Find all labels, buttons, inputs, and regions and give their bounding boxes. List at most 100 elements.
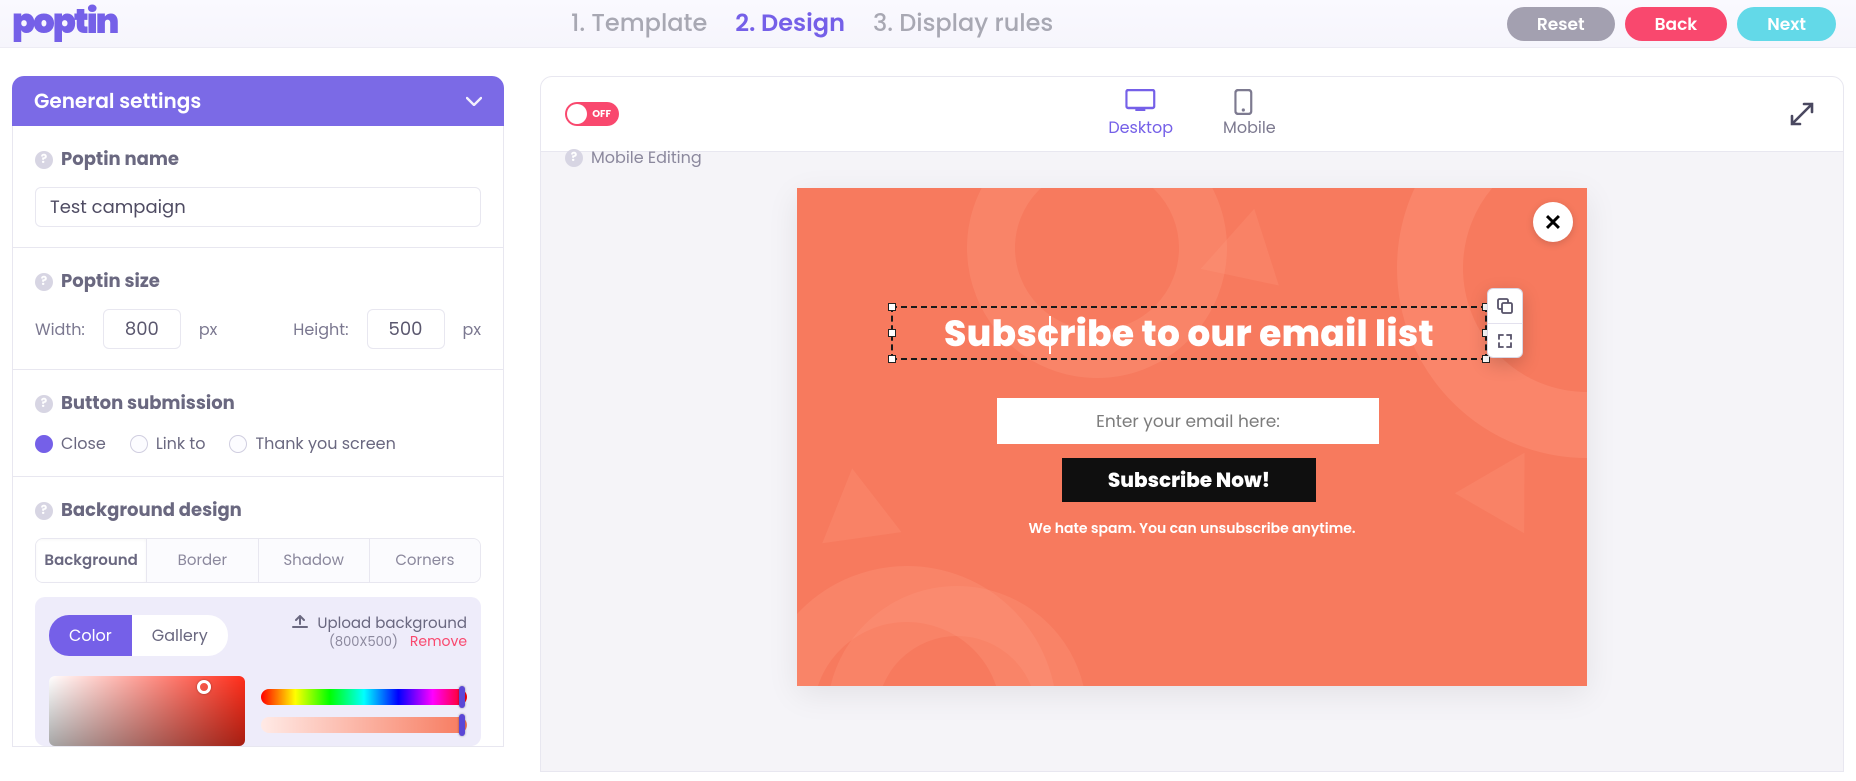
width-input[interactable] bbox=[103, 309, 181, 349]
section-button-submission: ? Button submission Close Link to Thank … bbox=[13, 370, 503, 477]
panel-title: General settings bbox=[34, 86, 201, 116]
expand-element-button[interactable] bbox=[1488, 323, 1522, 357]
duplicate-button[interactable] bbox=[1488, 289, 1522, 323]
upload-icon bbox=[291, 615, 309, 631]
resize-handle[interactable] bbox=[888, 303, 896, 311]
fullscreen-button[interactable] bbox=[1789, 101, 1815, 127]
device-desktop[interactable]: Desktop bbox=[1108, 89, 1173, 140]
upload-dim: (800X500) bbox=[329, 632, 398, 651]
background-top-row: Color Gallery Upload background (800X500… bbox=[49, 615, 467, 656]
label-button-submission: Button submission bbox=[61, 390, 235, 417]
height-input[interactable] bbox=[367, 309, 445, 349]
popup-close-button[interactable]: ✕ bbox=[1533, 202, 1573, 242]
background-tabs: Background Border Shadow Corners bbox=[35, 538, 481, 583]
radio-dot-icon bbox=[229, 435, 247, 453]
help-icon[interactable]: ? bbox=[565, 149, 583, 167]
resize-handle[interactable] bbox=[888, 355, 896, 363]
expand-icon bbox=[1497, 333, 1513, 349]
radio-label: Link to bbox=[156, 431, 206, 456]
reset-button[interactable]: Reset bbox=[1507, 7, 1615, 41]
section-title: ? Poptin name bbox=[35, 146, 481, 173]
header-bar: poptin 1. Template 2. Design 3. Display … bbox=[0, 0, 1856, 48]
label-background-design: Background design bbox=[61, 497, 242, 524]
device-label: Desktop bbox=[1108, 115, 1173, 140]
color-sliders bbox=[261, 676, 467, 746]
radio-link-to[interactable]: Link to bbox=[130, 431, 206, 456]
headline-text[interactable]: Subscribe to our email list bbox=[944, 306, 1434, 361]
popup-preview[interactable]: ✕ Subscribe to our email list bbox=[797, 188, 1587, 686]
toggle-knob-icon bbox=[567, 104, 587, 124]
slider-thumb[interactable] bbox=[459, 686, 465, 708]
mobile-editing-block: OFF bbox=[565, 102, 619, 126]
step-design[interactable]: 2. Design bbox=[735, 6, 845, 41]
next-button[interactable]: Next bbox=[1737, 7, 1836, 41]
radio-label: Thank you screen bbox=[255, 431, 395, 456]
mobile-editing-toggle[interactable]: OFF bbox=[565, 102, 619, 126]
wizard-steps: 1. Template 2. Design 3. Display rules bbox=[117, 6, 1507, 41]
color-gallery-switch: Color Gallery bbox=[49, 615, 228, 656]
mobile-editing-label: Mobile Editing bbox=[591, 145, 702, 170]
popup-email-input[interactable]: Enter your email here: bbox=[997, 398, 1379, 444]
popup-subscribe-button[interactable]: Subscribe Now! bbox=[1062, 458, 1316, 502]
section-poptin-name: ? Poptin name bbox=[13, 126, 503, 248]
workspace: General settings ? Poptin name ? Poptin … bbox=[0, 48, 1856, 772]
help-icon[interactable]: ? bbox=[35, 151, 53, 169]
radio-close[interactable]: Close bbox=[35, 431, 106, 456]
subscribe-label: Subscribe Now! bbox=[1108, 465, 1270, 495]
tab-background[interactable]: Background bbox=[36, 539, 147, 582]
saturation-picker[interactable] bbox=[49, 676, 245, 746]
submission-radios: Close Link to Thank you screen bbox=[35, 431, 481, 456]
canvas-stage[interactable]: ✕ Subscribe to our email list bbox=[540, 152, 1844, 772]
copy-icon bbox=[1497, 298, 1513, 314]
height-unit: px bbox=[463, 317, 481, 342]
upload-background[interactable]: Upload background (800X500) Remove bbox=[291, 615, 467, 651]
upload-remove[interactable]: Remove bbox=[410, 631, 467, 651]
poptin-name-input[interactable] bbox=[35, 187, 481, 227]
tab-border[interactable]: Border bbox=[147, 539, 258, 582]
panel-general-settings-header[interactable]: General settings bbox=[12, 76, 504, 126]
device-label: Mobile bbox=[1223, 115, 1276, 140]
mobile-editing-label-row: ? Mobile Editing bbox=[565, 145, 702, 170]
color-pickers bbox=[49, 676, 467, 746]
help-icon[interactable]: ? bbox=[35, 395, 53, 413]
radio-dot-icon bbox=[130, 435, 148, 453]
step-template[interactable]: 1. Template bbox=[571, 6, 707, 41]
help-icon[interactable]: ? bbox=[35, 273, 53, 291]
section-poptin-size: ? Poptin size Width: px Height: px bbox=[13, 248, 503, 370]
close-icon: ✕ bbox=[1544, 206, 1562, 239]
tab-shadow[interactable]: Shadow bbox=[259, 539, 370, 582]
help-icon[interactable]: ? bbox=[35, 502, 53, 520]
subtab-color[interactable]: Color bbox=[49, 615, 132, 656]
section-title: ? Background design bbox=[35, 497, 481, 524]
section-title: ? Poptin size bbox=[35, 268, 481, 295]
width-unit: px bbox=[199, 317, 217, 342]
section-background-design: ? Background design Background Border Sh… bbox=[13, 477, 503, 746]
picker-cursor[interactable] bbox=[197, 680, 211, 694]
tab-corners[interactable]: Corners bbox=[370, 539, 480, 582]
back-button[interactable]: Back bbox=[1625, 7, 1728, 41]
device-mobile[interactable]: Mobile bbox=[1223, 89, 1276, 140]
width-label: Width: bbox=[35, 317, 85, 342]
canvas-area: OFF ? Mobile Editing Desktop bbox=[540, 76, 1844, 772]
selected-headline-element[interactable]: Subscribe to our email list bbox=[891, 306, 1487, 360]
slider-thumb[interactable] bbox=[459, 714, 465, 736]
height-label: Height: bbox=[293, 317, 348, 342]
radio-dot-icon bbox=[35, 435, 53, 453]
subtab-gallery[interactable]: Gallery bbox=[132, 615, 228, 656]
desktop-icon bbox=[1126, 89, 1156, 111]
toggle-state-label: OFF bbox=[592, 106, 611, 122]
step-display-rules[interactable]: 3. Display rules bbox=[873, 6, 1053, 41]
panel-body: ? Poptin name ? Poptin size Width: px He… bbox=[12, 126, 504, 747]
radio-thank-you[interactable]: Thank you screen bbox=[229, 431, 395, 456]
alpha-slider[interactable] bbox=[261, 717, 467, 733]
size-row: Width: px Height: px bbox=[35, 309, 481, 349]
hue-slider[interactable] bbox=[261, 689, 467, 705]
label-poptin-size: Poptin size bbox=[61, 268, 160, 295]
section-title: ? Button submission bbox=[35, 390, 481, 417]
resize-handle[interactable] bbox=[888, 329, 896, 337]
label-poptin-name: Poptin name bbox=[61, 146, 179, 173]
background-panel: Color Gallery Upload background (800X500… bbox=[35, 597, 481, 746]
text-caret bbox=[1049, 316, 1051, 354]
mobile-icon bbox=[1234, 89, 1264, 111]
settings-sidebar: General settings ? Poptin name ? Poptin … bbox=[12, 76, 504, 772]
